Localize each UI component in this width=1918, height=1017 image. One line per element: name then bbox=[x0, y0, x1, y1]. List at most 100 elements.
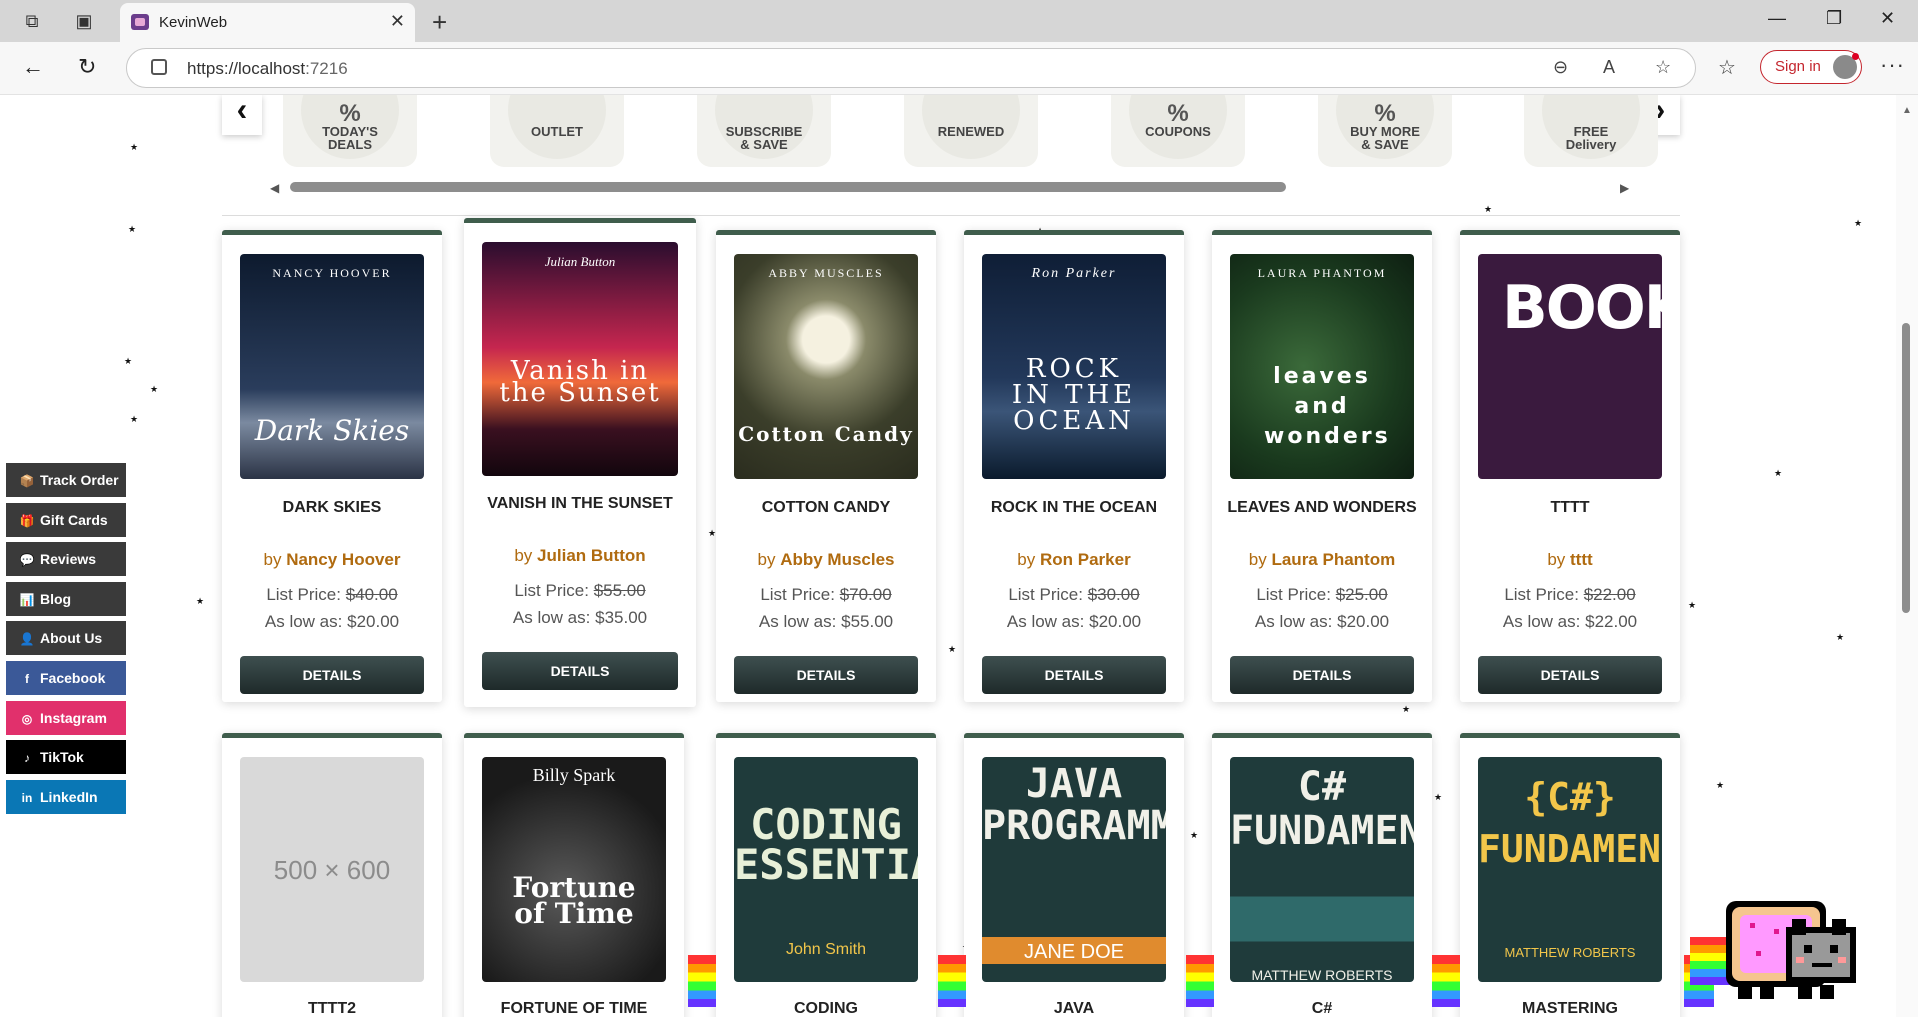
category-tile[interactable]: OUTLET bbox=[490, 95, 624, 167]
book-cover-image[interactable]: {C#} FUNDAMENTALS MATTHEW ROBERTS bbox=[1478, 757, 1662, 982]
close-tab-icon[interactable]: ✕ bbox=[390, 11, 405, 32]
favorites-icon[interactable]: ☆ bbox=[1718, 55, 1736, 80]
list-price-label: List Price: bbox=[266, 585, 341, 604]
book-cover-image[interactable]: CODING ESSENTIALS John Smith bbox=[734, 757, 918, 982]
category-tile[interactable]: % COUPONS bbox=[1111, 95, 1245, 167]
details-button[interactable]: DETAILS bbox=[734, 656, 918, 694]
book-title[interactable]: Java bbox=[974, 998, 1174, 1017]
book-cover-image[interactable]: Julian Button Vanish in the Sunset bbox=[482, 242, 678, 476]
category-label-line1: OUTLET bbox=[531, 124, 583, 139]
author-name[interactable]: Ron Parker bbox=[1040, 550, 1131, 569]
close-window-icon[interactable]: ✕ bbox=[1880, 8, 1895, 29]
lock-icon[interactable] bbox=[151, 59, 167, 75]
author-name[interactable]: Julian Button bbox=[537, 546, 646, 565]
category-tile[interactable]: % BUY MORE & SAVE bbox=[1318, 95, 1452, 167]
book-title[interactable]: Mastering bbox=[1470, 998, 1670, 1017]
side-menu-button[interactable]: ♪ TikTok bbox=[6, 740, 126, 775]
book-cover-image[interactable]: Billy Spark Fortune of Time bbox=[482, 757, 666, 982]
address-bar[interactable]: https://localhost:7216 ⊖ A ☆ bbox=[126, 48, 1696, 88]
page-scrollbar-thumb[interactable] bbox=[1902, 323, 1910, 613]
restore-window-icon[interactable]: ❐ bbox=[1826, 8, 1842, 29]
favorite-star-icon[interactable]: ☆ bbox=[1655, 57, 1671, 78]
category-tile[interactable]: % TODAY'S DEALS bbox=[283, 95, 417, 167]
author-name[interactable]: tttt bbox=[1570, 550, 1593, 569]
book-title[interactable]: tttt2 bbox=[232, 998, 432, 1017]
details-button[interactable]: DETAILS bbox=[982, 656, 1166, 694]
book-cover-image[interactable]: C# FUNDAMENTALS MATTHEW ROBERTS bbox=[1230, 757, 1414, 982]
book-card: JAVA PROGRAMMING JANE DOE Java bbox=[964, 733, 1184, 1017]
star-icon: ★ bbox=[1854, 218, 1863, 228]
cover-subtitle-text: JANE DOE bbox=[1023, 941, 1125, 963]
category-tile[interactable]: FREE Delivery bbox=[1524, 95, 1658, 167]
list-price-label: List Price: bbox=[1008, 585, 1083, 604]
book-title[interactable]: Fortune of Time bbox=[474, 998, 674, 1017]
scroll-right-arrow-icon[interactable]: ▶ bbox=[1620, 181, 1629, 195]
category-tile[interactable]: SUBSCRIBE & SAVE bbox=[697, 95, 831, 167]
more-options-icon[interactable]: ··· bbox=[1880, 52, 1905, 78]
read-aloud-icon[interactable]: A bbox=[1603, 57, 1615, 78]
cover-subtitle-text: MATTHEW ROBERTS bbox=[1251, 967, 1393, 982]
book-cover-image[interactable]: Ron Parker ROCK IN THE OCEAN bbox=[982, 254, 1166, 479]
category-tile[interactable]: RENEWED bbox=[904, 95, 1038, 167]
book-card: C# FUNDAMENTALS MATTHEW ROBERTS C# bbox=[1212, 733, 1432, 1017]
gift-icon: 🎁 bbox=[19, 513, 35, 528]
book-title[interactable]: Leaves and Wonders bbox=[1222, 497, 1422, 518]
side-menu-button[interactable]: 💬 Reviews bbox=[6, 542, 126, 577]
section-divider bbox=[222, 215, 1680, 216]
new-tab-icon[interactable]: + bbox=[432, 7, 447, 38]
book-author[interactable]: by Laura Phantom bbox=[1212, 550, 1432, 570]
side-menu-button[interactable]: 📦 Track Order bbox=[6, 463, 126, 497]
reload-icon[interactable]: ↻ bbox=[78, 54, 96, 80]
carousel-scrollbar-thumb[interactable] bbox=[290, 182, 1286, 192]
book-title[interactable]: Dark Skies bbox=[232, 497, 432, 518]
details-button[interactable]: DETAILS bbox=[1478, 656, 1662, 694]
cover-title-text: Vanish in the Sunset bbox=[499, 356, 661, 408]
workspaces-icon[interactable]: ⧉ bbox=[20, 9, 44, 33]
book-title[interactable]: Rock in the Ocean bbox=[974, 497, 1174, 518]
sign-in-button[interactable]: Sign in bbox=[1760, 50, 1862, 84]
zoom-icon[interactable]: ⊖ bbox=[1553, 57, 1568, 78]
low-price-label: As low as: bbox=[1006, 612, 1085, 631]
book-title[interactable]: C# bbox=[1222, 998, 1422, 1017]
minimize-icon[interactable]: — bbox=[1768, 8, 1786, 29]
category-label: TODAY'S DEALS bbox=[283, 125, 417, 151]
book-cover-image[interactable]: BOOK bbox=[1478, 254, 1662, 479]
category-label: COUPONS bbox=[1111, 125, 1245, 138]
book-cover-image[interactable]: ABBY MUSCLES Cotton Candy bbox=[734, 254, 918, 479]
book-title[interactable]: Cotton Candy bbox=[726, 497, 926, 518]
side-menu-button[interactable]: 👤 About Us bbox=[6, 621, 126, 656]
details-button[interactable]: DETAILS bbox=[482, 652, 678, 690]
book-cover-image[interactable]: 500 × 600 bbox=[240, 757, 424, 982]
details-button[interactable]: DETAILS bbox=[240, 656, 424, 694]
url-text[interactable]: https://localhost:7216 bbox=[187, 59, 348, 79]
side-menu-button[interactable]: ◎ Instagram bbox=[6, 700, 126, 735]
vertical-tabs-icon[interactable]: ▣ bbox=[72, 9, 96, 33]
side-menu-button[interactable]: in LinkedIn bbox=[6, 779, 126, 814]
scroll-left-arrow-icon[interactable]: ◀ bbox=[270, 181, 279, 195]
book-title[interactable]: tttt bbox=[1470, 497, 1670, 518]
author-name[interactable]: Laura Phantom bbox=[1271, 550, 1395, 569]
side-menu-button[interactable]: 📊 Blog bbox=[6, 581, 126, 616]
book-author[interactable]: by Abby Muscles bbox=[716, 550, 936, 570]
scroll-up-arrow-icon[interactable]: ▲ bbox=[1902, 105, 1912, 116]
browser-tab[interactable]: KevinWeb ✕ bbox=[120, 3, 415, 42]
author-name[interactable]: Nancy Hoover bbox=[286, 550, 400, 569]
book-title[interactable]: Vanish in the Sunset bbox=[474, 493, 686, 514]
book-author[interactable]: by Julian Button bbox=[464, 546, 696, 566]
star-icon: ★ bbox=[708, 528, 717, 538]
book-cover-image[interactable]: JAVA PROGRAMMING JANE DOE bbox=[982, 757, 1166, 982]
book-author[interactable]: by Ron Parker bbox=[964, 550, 1184, 570]
book-cover-image[interactable]: NANCY HOOVER Dark Skies bbox=[240, 254, 424, 479]
book-author[interactable]: by tttt bbox=[1460, 550, 1680, 570]
book-cover-image[interactable]: LAURA PHANTOM leaves and wonders bbox=[1230, 254, 1414, 479]
book-author[interactable]: by Nancy Hoover bbox=[222, 550, 442, 570]
author-name[interactable]: Abby Muscles bbox=[780, 550, 894, 569]
carousel-prev-button[interactable]: ‹ bbox=[222, 95, 262, 135]
details-button[interactable]: DETAILS bbox=[1230, 656, 1414, 694]
cover-title-text: C# FUNDAMENTALS bbox=[1230, 764, 1414, 854]
side-menu-button[interactable]: f Facebook bbox=[6, 661, 126, 695]
side-menu-button[interactable]: 🎁 Gift Cards bbox=[6, 502, 126, 537]
low-price-label: As low as: bbox=[1254, 612, 1333, 631]
book-title[interactable]: Coding bbox=[726, 998, 926, 1017]
back-arrow-icon[interactable]: ← bbox=[22, 54, 44, 80]
